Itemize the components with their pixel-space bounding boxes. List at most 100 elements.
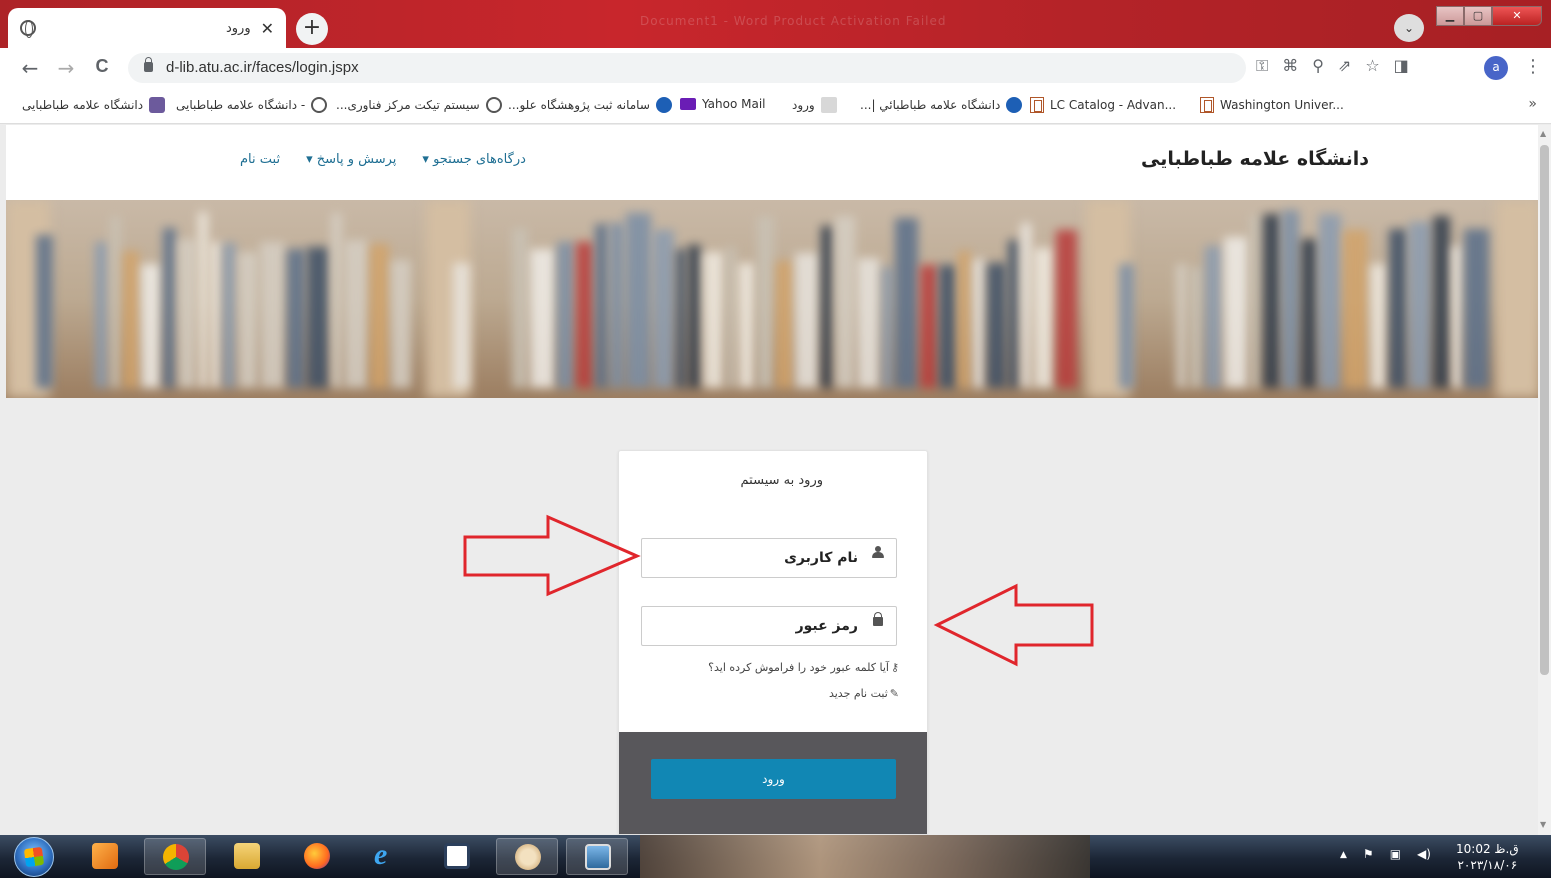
book-spine xyxy=(370,244,389,388)
book-spine xyxy=(920,265,937,388)
book-spine xyxy=(795,253,819,388)
bookmark-label: دانشگاه علامه طباطبائي |... xyxy=(860,98,1001,112)
scroll-up-icon[interactable]: ▲ xyxy=(1540,129,1546,138)
login-submit-button[interactable]: ورود xyxy=(651,759,896,799)
taskbar-clock[interactable]: ق.ظ 10:02 ۲۰۲۳/۱۸/۰۶ xyxy=(1456,841,1519,873)
tab-search-button[interactable]: ⌄ xyxy=(1394,14,1424,42)
bookmark-item[interactable]: دانشگاه علامه طباطبایی xyxy=(22,97,166,113)
book-spine xyxy=(610,223,624,388)
tab-close-icon[interactable]: ✕ xyxy=(261,19,274,38)
book-spine xyxy=(36,235,53,388)
book-spine xyxy=(198,212,208,388)
taskbar-media-player[interactable] xyxy=(74,838,136,875)
translate-icon[interactable]: ⌘ xyxy=(1282,56,1298,76)
scroll-down-icon[interactable]: ▼ xyxy=(1540,820,1546,829)
network-icon[interactable]: ▣ xyxy=(1390,847,1401,861)
site-icon xyxy=(820,97,837,113)
register-link[interactable]: ✎ ثبت نام جدید xyxy=(829,687,899,700)
nav-register[interactable]: ثبت نام xyxy=(240,152,280,167)
username-field-wrapper xyxy=(641,538,897,578)
window-close-button[interactable]: ✕ xyxy=(1492,6,1542,26)
book-spine xyxy=(287,249,305,388)
site-brand[interactable]: دانشگاه علامه طباطبایی xyxy=(1141,148,1369,170)
book-spine xyxy=(512,228,528,388)
book-spine xyxy=(210,242,221,388)
lock-icon[interactable] xyxy=(144,57,153,72)
profile-avatar[interactable]: a xyxy=(1484,56,1508,80)
reload-icon[interactable]: C xyxy=(90,56,114,77)
bookmark-item[interactable]: دانشگاه علامه طباطبائي |... xyxy=(860,97,1023,113)
book-spine xyxy=(1224,237,1248,388)
bookmark-item[interactable]: سیستم تیکت مرکز فناوری... xyxy=(336,97,502,113)
book-spine xyxy=(1409,222,1431,388)
book-spine xyxy=(391,260,411,388)
toolbar-icons: ⚿ ⌘ ⚲ ⇗ ☆ ◨ xyxy=(1256,56,1409,76)
star-icon[interactable]: ☆ xyxy=(1365,56,1379,76)
book-spine xyxy=(895,218,918,388)
url-text[interactable]: d-lib.atu.ac.ir/faces/login.jspx xyxy=(166,59,359,76)
taskbar-window[interactable] xyxy=(426,838,488,875)
tray-expand-icon[interactable]: ▲ xyxy=(1340,850,1347,861)
browser-tab-active[interactable]: ورود ✕ xyxy=(8,8,286,48)
bookmark-item[interactable]: Yahoo Mail xyxy=(680,97,766,111)
taskbar-wallpaper-strip xyxy=(640,835,1090,878)
bookmark-item[interactable]: - دانشگاه علامه طباطبایی xyxy=(176,97,328,113)
window-titlebar: Document1 - Word Product Activation Fail… xyxy=(0,0,1551,48)
book-spine xyxy=(307,247,329,388)
volume-icon[interactable]: ◀) xyxy=(1417,847,1431,861)
share-icon[interactable]: ⇗ xyxy=(1338,56,1351,76)
taskbar-internet-explorer[interactable]: e xyxy=(356,838,418,875)
media-player-icon xyxy=(92,843,118,869)
book-spine xyxy=(973,259,985,388)
action-center-flag-icon[interactable]: ⚑ xyxy=(1363,847,1374,861)
book-spine xyxy=(757,216,774,388)
taskbar-photo-viewer[interactable] xyxy=(566,838,628,875)
bookmarks-overflow-icon[interactable]: » xyxy=(1528,96,1537,112)
key-icon[interactable]: ⚿ xyxy=(1256,56,1268,76)
maximize-button[interactable]: ▢ xyxy=(1464,6,1492,26)
start-button[interactable] xyxy=(14,837,54,877)
shelf-divider xyxy=(1496,200,1538,398)
bookmark-item[interactable]: LC Catalog - Advan... xyxy=(1030,97,1176,113)
book-spine xyxy=(626,213,651,388)
username-input[interactable] xyxy=(642,539,896,577)
minimize-button[interactable]: ▁ xyxy=(1436,6,1464,26)
bookmark-item[interactable]: ورود xyxy=(792,97,837,113)
crest-icon xyxy=(149,97,166,113)
book-spine xyxy=(178,239,196,388)
book-spine xyxy=(344,240,368,388)
forgot-password-link[interactable]: ⚷ آیا کلمه عبور خود را فراموش کرده اید؟ xyxy=(708,661,899,674)
bookmark-label: دانشگاه علامه طباطبایی xyxy=(22,98,144,112)
system-tray: ▲ ⚑ ▣ ◀) xyxy=(1340,847,1431,861)
loc-icon xyxy=(1030,97,1044,113)
site-nav: ثبت نام پرسش و پاسخ ▾ درگاه‌های جستجو ▾ xyxy=(240,152,526,167)
book-spine xyxy=(987,263,1006,388)
mail-icon xyxy=(680,98,696,110)
bookmark-item[interactable]: Washington Univer... xyxy=(1200,97,1344,113)
sidepanel-icon[interactable]: ◨ xyxy=(1394,56,1409,76)
taskbar-paint[interactable] xyxy=(496,838,558,875)
window-icon xyxy=(444,843,470,869)
window-controls: ▁ ▢ ✕ xyxy=(1436,6,1542,26)
page-scrollbar[interactable]: ▲ ▼ xyxy=(1538,125,1551,835)
scrollbar-thumb[interactable] xyxy=(1540,145,1549,675)
forward-arrow-icon[interactable]: → xyxy=(54,56,78,80)
key-icon: ⚷ xyxy=(890,661,899,674)
new-tab-button[interactable]: + xyxy=(296,13,328,45)
book-spine xyxy=(776,261,793,388)
crest-icon xyxy=(1006,97,1023,113)
taskbar-firefox[interactable] xyxy=(286,838,348,875)
taskbar-file-explorer[interactable] xyxy=(216,838,278,875)
address-bar[interactable]: d-lib.atu.ac.ir/faces/login.jspx xyxy=(128,53,1246,83)
back-arrow-icon[interactable]: ← xyxy=(18,56,42,80)
password-input[interactable] xyxy=(642,607,896,645)
book-spine xyxy=(857,258,880,388)
taskbar-chrome[interactable] xyxy=(144,838,206,875)
book-spine xyxy=(821,226,833,388)
internet-explorer-icon: e xyxy=(374,838,388,871)
zoom-icon[interactable]: ⚲ xyxy=(1312,56,1324,76)
bookmark-item[interactable]: سامانه ثبت پژوهشگاه علو... xyxy=(508,97,672,113)
nav-faq[interactable]: پرسش و پاسخ ▾ xyxy=(306,152,396,167)
nav-search-portals[interactable]: درگاه‌های جستجو ▾ xyxy=(422,152,525,167)
browser-menu-icon[interactable]: ⋮ xyxy=(1524,56,1542,77)
